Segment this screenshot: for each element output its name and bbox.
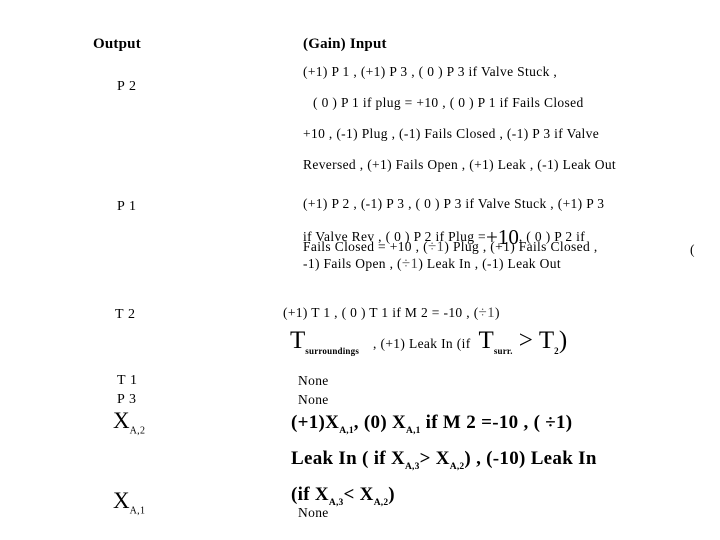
x-symbol: X (113, 488, 130, 513)
output-label-p1: P 1 (117, 199, 137, 214)
column-header-gain-input: (Gain) Input (303, 36, 387, 52)
output-label-x-a1: XA,1 (113, 489, 145, 517)
x-subscript-a2: A,2 (373, 497, 389, 508)
input-line: Fails Closed = +10 , (÷1) Plug , (+1) Fa… (303, 239, 703, 256)
x-subscript-a2: A,2 (129, 425, 146, 437)
t-symbol: T (538, 327, 555, 354)
input-text: (+1) T 1 , ( 0 ) T 1 if M 2 = -10 , ( (283, 305, 479, 320)
input-text: ) , (-10) Leak In (464, 447, 597, 469)
x-subscript-a3: A,3 (405, 461, 420, 472)
column-header-output: Output (93, 36, 141, 52)
x-subscript-a1: A,1 (339, 425, 354, 436)
gain-value-div1: ÷1 (478, 305, 495, 321)
output-label-p3: P 3 (117, 392, 137, 407)
input-block-p1-line1: (+1) P 2 , (-1) P 3 , ( 0 ) P 3 if Valve… (303, 196, 605, 211)
input-line: (+1)XA,1, (0) XA,1 if M 2 =-10 , ( ÷1) (291, 409, 597, 445)
x-subscript-a3: A,3 (328, 497, 344, 508)
input-line: (if XA,3< XA,2) (291, 481, 597, 517)
t-subscript-surr: surr. (493, 346, 513, 356)
input-line: ( 0 ) P 1 if plug = +10 , ( 0 ) P 1 if F… (313, 95, 584, 110)
t-subscript-surroundings: surroundings (305, 346, 360, 356)
input-line: +10 , (-1) Plug , (-1) Fails Closed , (-… (303, 126, 600, 141)
x-subscript-a1: A,1 (129, 505, 146, 517)
input-text: > X (419, 447, 450, 469)
output-label-t2: T 2 (115, 307, 136, 322)
input-block-p2: (+1) P 1 , (+1) P 3 , ( 0 ) P 3 if Valve… (303, 64, 616, 188)
input-text: if M 2 =-10 , ( ÷1) (420, 412, 573, 433)
input-text: Fails Closed = +10 , ( (303, 239, 428, 254)
input-line: -1) Fails Open , (÷1) Leak In , (-1) Lea… (303, 256, 703, 273)
input-line: Reversed , (+1) Fails Open , (+1) Leak ,… (303, 157, 617, 172)
input-text: -1) Fails Open , ( (303, 256, 402, 271)
input-text: , (+1) Leak In (if (373, 336, 471, 351)
input-value-none-p3: None (298, 392, 329, 407)
input-text: (+1)X (291, 412, 340, 433)
t-symbol: T (478, 327, 494, 354)
slide-canvas: Output (Gain) Input P 2 P 1 T 2 T 1 P 3 … (0, 0, 720, 540)
input-text: < X (343, 483, 374, 505)
t-symbol: T (290, 327, 306, 354)
input-text: Leak In ( if X (291, 447, 405, 469)
t-surroundings-term: Tsurroundings (290, 327, 360, 356)
x-subscript-a1: A,1 (406, 425, 421, 436)
t-surr-term: Tsurr. (478, 327, 513, 356)
close-paren: ) (558, 327, 568, 354)
input-block-x-a2: (+1)XA,1, (0) XA,1 if M 2 =-10 , ( ÷1) L… (291, 409, 597, 516)
input-block-t2-line2: Tsurroundings, (+1) Leak In (if Tsurr. > T2… (290, 328, 567, 356)
input-text: ) (388, 483, 395, 505)
input-line: (+1) P 1 , (+1) P 3 , ( 0 ) P 3 if Valve… (303, 64, 558, 79)
input-text: ) Plug , (+1) Fails Closed , (444, 239, 598, 254)
output-label-p2: P 2 (117, 79, 137, 94)
output-label-t1: T 1 (117, 373, 138, 388)
input-line: if Valve Rev , ( 0 ) P 2 if Plug =+10, (… (303, 222, 703, 249)
output-label-x-a2: XA,2 (113, 409, 145, 437)
input-text: ) (494, 305, 500, 320)
input-value-none-t1: None (298, 373, 329, 388)
x-symbol: X (113, 408, 130, 433)
input-line: Leak In ( if XA,3> XA,2) , (-10) Leak In (291, 445, 597, 481)
gain-value-div1: ÷1 (427, 239, 445, 255)
input-text: , (0) X (353, 412, 407, 433)
x-subscript-a2: A,2 (449, 461, 465, 472)
stray-open-paren: ( (690, 242, 695, 257)
input-text: ) Leak In , (-1) Leak Out (418, 256, 561, 271)
t2-term: T2 (538, 327, 559, 356)
input-block-t2-line1: (+1) T 1 , ( 0 ) T 1 if M 2 = -10 , (÷1) (283, 305, 500, 322)
gain-value-div1: ÷1 (401, 256, 419, 272)
input-block-p1-continued: if Valve Rev , ( 0 ) P 2 if Plug =+10, (… (303, 222, 703, 273)
input-text: (if X (291, 483, 329, 505)
greater-than-operator: > (518, 327, 533, 354)
